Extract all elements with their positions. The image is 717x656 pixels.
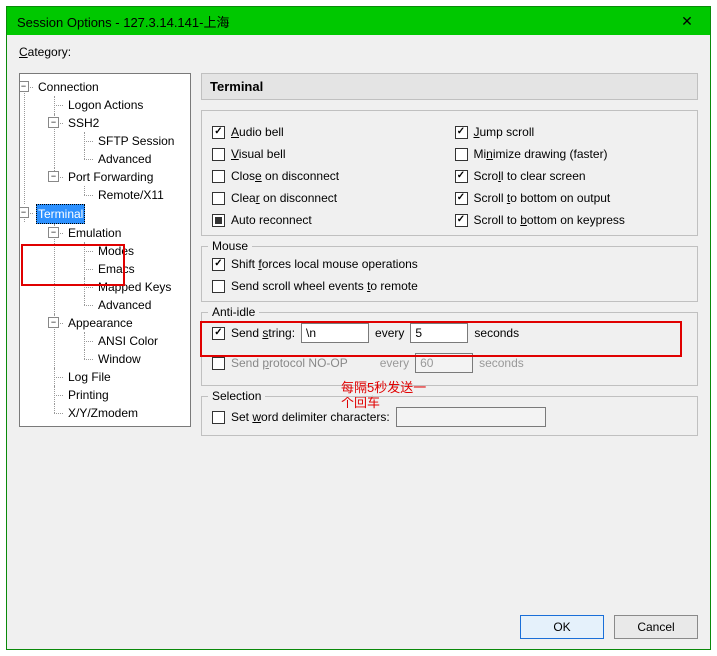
- tree-em-advanced[interactable]: Advanced: [96, 296, 153, 314]
- expand-icon[interactable]: −: [48, 117, 59, 128]
- category-tree[interactable]: −Connection Logon Actions −SSH2 SFTP Ses…: [19, 73, 191, 427]
- word-delim-checkbox[interactable]: Set word delimiter characters:: [212, 410, 390, 424]
- tree-ansi-color[interactable]: ANSI Color: [96, 332, 160, 350]
- tree-port-forwarding[interactable]: Port Forwarding: [66, 168, 155, 186]
- tree-emacs[interactable]: Emacs: [96, 260, 137, 278]
- dialog-window: Session Options - 127.3.14.141-上海 ✕ Cate…: [6, 6, 711, 650]
- tree-remote-x11[interactable]: Remote/X11: [96, 186, 166, 204]
- expand-icon[interactable]: −: [48, 317, 59, 328]
- expand-icon[interactable]: −: [48, 227, 59, 238]
- tree-sftp-session[interactable]: SFTP Session: [96, 132, 176, 150]
- anti-idle-legend: Anti-idle: [208, 305, 259, 319]
- tree-mapped-keys[interactable]: Mapped Keys: [96, 278, 173, 296]
- tree-panel: −Connection Logon Actions −SSH2 SFTP Ses…: [19, 73, 191, 597]
- terminal-group: Audio bell Visual bell Close on disconne…: [201, 110, 698, 236]
- shift-local-checkbox[interactable]: Shift forces local mouse operations: [212, 257, 687, 271]
- tree-ssh2[interactable]: SSH2: [66, 114, 101, 132]
- word-delim-input: [396, 407, 546, 427]
- seconds-label-1: seconds: [474, 326, 519, 340]
- close-button[interactable]: ✕: [666, 7, 708, 35]
- anti-idle-group: Anti-idle Send string: every seconds Sen…: [201, 312, 698, 386]
- scroll-bottom-output-checkbox[interactable]: Scroll to bottom on output: [455, 191, 688, 205]
- mouse-legend: Mouse: [208, 239, 252, 253]
- every-label-2: every: [380, 356, 409, 370]
- tree-emulation[interactable]: Emulation: [66, 224, 123, 242]
- cancel-button[interactable]: Cancel: [614, 615, 698, 639]
- tree-printing[interactable]: Printing: [66, 386, 111, 404]
- scroll-bottom-keypress-checkbox[interactable]: Scroll to bottom on keypress: [455, 213, 688, 227]
- tree-log-file[interactable]: Log File: [66, 368, 113, 386]
- category-label: Category:: [19, 45, 71, 59]
- send-string-input[interactable]: [301, 323, 369, 343]
- close-disconnect-checkbox[interactable]: Close on disconnect: [212, 169, 445, 183]
- tree-logon-actions[interactable]: Logon Actions: [66, 96, 145, 114]
- selection-legend: Selection: [208, 389, 265, 403]
- expand-icon[interactable]: −: [48, 171, 59, 182]
- visual-bell-checkbox[interactable]: Visual bell: [212, 147, 445, 161]
- tree-xyz[interactable]: X/Y/Zmodem: [66, 404, 140, 422]
- audio-bell-checkbox[interactable]: Audio bell: [212, 125, 445, 139]
- noop-checkbox[interactable]: Send protocol NO-OP: [212, 356, 348, 370]
- ok-button[interactable]: OK: [520, 615, 604, 639]
- jump-scroll-checkbox[interactable]: Jump scroll: [455, 125, 688, 139]
- tree-window[interactable]: Window: [96, 350, 143, 368]
- window-title: Session Options - 127.3.14.141-上海: [17, 12, 666, 31]
- noop-interval-input: [415, 353, 473, 373]
- clear-disconnect-checkbox[interactable]: Clear on disconnect: [212, 191, 445, 205]
- scroll-clear-checkbox[interactable]: Scroll to clear screen: [455, 169, 688, 183]
- interval-input[interactable]: [410, 323, 468, 343]
- panel-header: Terminal: [201, 73, 698, 100]
- min-drawing-checkbox[interactable]: Minimize drawing (faster): [455, 147, 688, 161]
- send-scroll-checkbox[interactable]: Send scroll wheel events to remote: [212, 279, 687, 293]
- auto-reconnect-checkbox[interactable]: Auto reconnect: [212, 213, 445, 227]
- send-string-checkbox[interactable]: Send string:: [212, 326, 295, 340]
- every-label-1: every: [375, 326, 404, 340]
- tree-terminal[interactable]: Terminal: [36, 204, 85, 224]
- mouse-group: Mouse Shift forces local mouse operation…: [201, 246, 698, 302]
- dialog-buttons: OK Cancel: [7, 609, 710, 649]
- expand-icon[interactable]: −: [19, 81, 29, 92]
- tree-connection[interactable]: Connection: [36, 78, 101, 96]
- expand-icon[interactable]: −: [19, 207, 29, 218]
- tree-modes[interactable]: Modes: [96, 242, 136, 260]
- tree-ssh-advanced[interactable]: Advanced: [96, 150, 153, 168]
- settings-panel: Terminal Audio bell Visual bell Close on…: [201, 73, 698, 597]
- seconds-label-2: seconds: [479, 356, 524, 370]
- selection-group: Selection Set word delimiter characters:: [201, 396, 698, 436]
- close-icon: ✕: [681, 13, 693, 30]
- titlebar: Session Options - 127.3.14.141-上海 ✕: [7, 7, 710, 35]
- tree-appearance[interactable]: Appearance: [66, 314, 135, 332]
